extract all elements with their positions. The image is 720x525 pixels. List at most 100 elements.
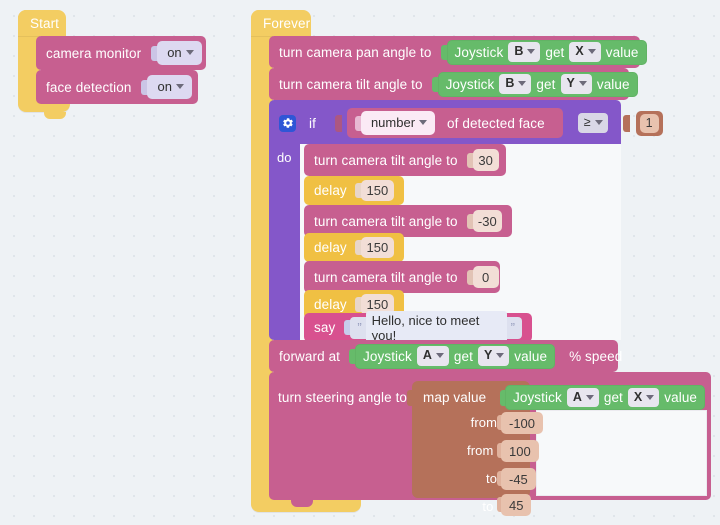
if-header-row[interactable]: if number of detected face ≥ 1 [279,108,663,138]
start-foot-notch [44,112,66,119]
joystick-prefix-label: Joystick [454,44,504,60]
joystick-id-value: B [514,44,524,59]
chevron-down-icon [594,120,603,125]
operand-number-block[interactable]: 1 [635,110,663,136]
camera-monitor-dropdown[interactable]: on [157,40,202,66]
steering-inner-well [536,410,707,496]
joystick-axis-value: Y [483,348,493,363]
tilt-0-label: turn camera tilt angle to [314,269,458,285]
comparison-operator-dropdown[interactable]: ≥ [577,113,608,133]
joystick-prefix-label: Joystick [363,348,412,364]
start-hat-top[interactable]: Forever Start [18,10,66,36]
turn-steering-angle-label: turn steering angle to [278,390,408,405]
joystick-b-x-reporter[interactable]: Joystick B get X value [446,39,647,65]
joystick-id-dropdown[interactable]: B [499,74,532,94]
camera-monitor-dropdown-value: on [167,44,182,60]
joystick-a-y-reporter[interactable]: Joystick A get Y value [355,343,556,369]
joystick-id-dropdown[interactable]: A [566,387,599,408]
forever-hat-label-wrap: Forever [251,10,310,36]
joystick-axis-dropdown[interactable]: Y [560,74,592,94]
joystick-b-y-reporter[interactable]: Joystick B get Y value [437,71,638,97]
joystick-prefix-label: Joystick [445,76,495,92]
joystick-id-value: B [505,76,515,91]
from-min-input[interactable]: -100 [501,412,544,434]
face-detection-dropdown[interactable]: on [147,74,192,100]
joystick-axis-value: Y [566,76,575,91]
if-body-tilt-30-block[interactable]: turn camera tilt angle to 30 [304,144,506,176]
detected-face-text: of detected face [447,115,545,131]
if-label: if [309,115,316,131]
chevron-down-icon [587,49,596,54]
joystick-id-dropdown[interactable]: A [416,346,449,366]
joystick-get-label: get [545,44,565,60]
joystick-value-label: value [596,76,630,92]
turn-camera-tilt-block[interactable]: turn camera tilt angle to Joystick B get… [269,68,638,100]
joystick-axis-dropdown[interactable]: X [627,387,660,408]
from-max-input[interactable]: 100 [501,440,539,462]
tilt-30-input[interactable]: 30 [472,149,499,171]
chevron-down-icon [527,49,536,54]
chevron-down-icon [496,353,505,358]
chevron-down-icon [175,83,184,89]
forward-at-label: forward at [279,348,341,364]
start-hat-label-wrap: Forever Start [18,10,59,36]
camera-monitor-label: camera monitor [46,45,142,61]
detected-face-selector-value: number [370,114,416,130]
face-detection-block[interactable]: face detection on [36,70,198,104]
steering-bottom-notch [291,500,313,507]
joystick-axis-dropdown[interactable]: Y [477,346,510,366]
joystick-prefix-label: Joystick [513,390,562,405]
joystick-get-label: get [536,76,556,92]
joystick-id-dropdown[interactable]: B [508,42,541,62]
tilt-0-input[interactable]: 0 [472,266,499,288]
comparison-operator-value: ≥ [583,115,591,130]
joystick-a-x-reporter[interactable]: Joystick A get X value [505,385,706,410]
joystick-axis-value: X [575,44,584,59]
to-max-input[interactable]: 45 [501,494,532,516]
delay-2-input[interactable]: 150 [360,237,394,258]
open-quote: ” [357,320,362,335]
gear-icon[interactable] [279,114,296,132]
to-min-input[interactable]: -45 [501,468,536,490]
if-condition-plug [334,114,342,132]
turn-camera-tilt-label: turn camera tilt angle to [279,76,423,92]
detected-face-selector-dropdown[interactable]: number [360,110,436,136]
delay-2-label: delay [314,240,347,255]
chevron-down-icon [419,119,428,125]
camera-monitor-block[interactable]: camera monitor on [36,36,206,70]
chevron-down-icon [578,81,587,86]
start-label: Start [30,15,60,31]
joystick-id-value: A [572,389,582,404]
delay-1-label: delay [314,183,347,198]
blockly-workspace[interactable]: Forever Start camera monitor on face det… [0,0,720,525]
turn-camera-pan-block[interactable]: turn camera pan angle to Joystick B get … [269,36,647,68]
if-do-label: do [277,150,292,165]
if-body-delay-2-block[interactable]: delay 150 [304,233,404,262]
forever-block-hat[interactable]: Forever [251,10,311,36]
tilt-30-label: turn camera tilt angle to [314,152,458,168]
if-body-tilt-0-block[interactable]: turn camera tilt angle to 0 [304,261,500,293]
forever-label: Forever [263,15,311,31]
map-value-title: map value [423,390,487,405]
joystick-axis-dropdown[interactable]: X [569,42,601,62]
if-body-say-block[interactable]: say ” Hello, nice to meet you! ” [304,310,532,345]
forward-at-block[interactable]: forward at Joystick A get Y value % spee… [269,340,622,372]
say-text-input-wrap[interactable]: ” Hello, nice to meet you! ” [350,310,522,345]
if-body-delay-1-block[interactable]: delay 150 [304,176,404,205]
chevron-down-icon [585,394,594,400]
face-detection-label: face detection [46,79,132,95]
joystick-value-label: value [664,390,698,405]
chevron-down-icon [185,49,194,55]
delay-1-input[interactable]: 150 [360,180,394,201]
say-label: say [314,320,336,335]
joystick-axis-value: X [633,389,643,404]
operand-number-input[interactable]: 1 [639,113,659,133]
tilt-minus30-label: turn camera tilt angle to [314,213,458,229]
tilt-minus30-input[interactable]: -30 [472,210,502,232]
joystick-get-label: get [453,348,473,364]
joystick-value-label: value [514,348,548,364]
delay-3-label: delay [314,297,347,312]
detected-face-condition-block[interactable]: number of detected face [346,108,563,138]
close-quote: ” [510,320,515,335]
joystick-value-label: value [605,44,639,60]
